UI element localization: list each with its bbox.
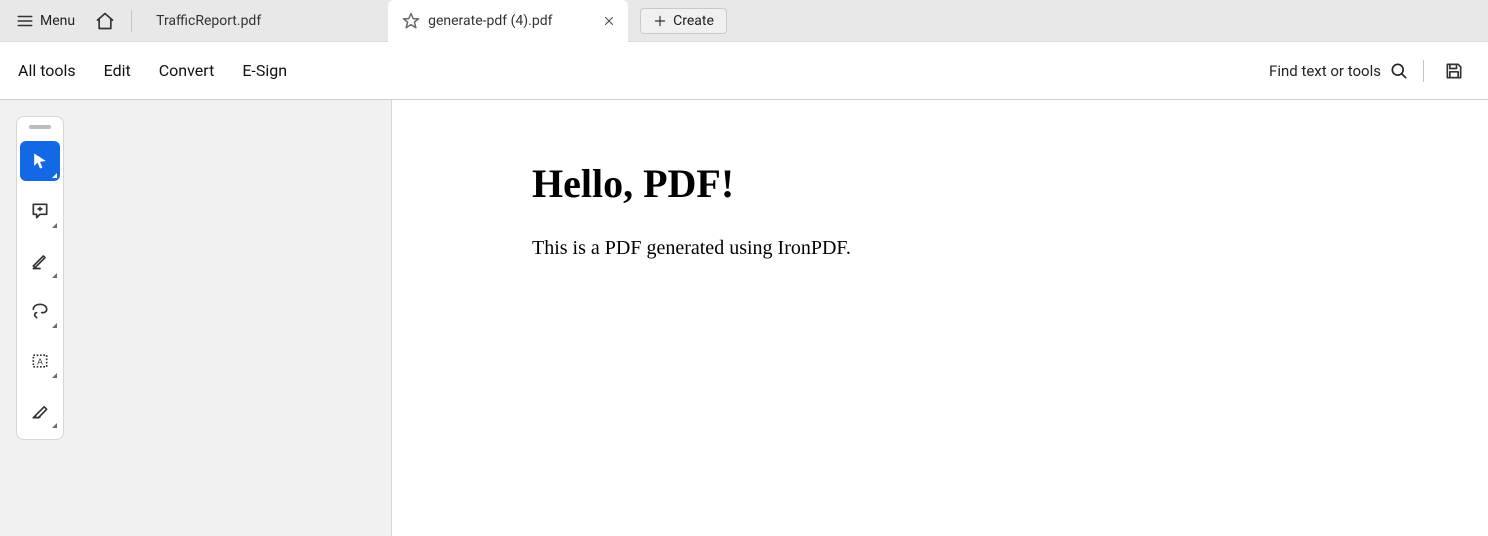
menu-label: Menu (40, 13, 75, 29)
home-button[interactable] (89, 5, 121, 37)
submenu-indicator (52, 373, 57, 378)
menu-button[interactable]: Menu (8, 6, 83, 36)
tool-textbox[interactable]: A (20, 341, 60, 381)
doc-paragraph: This is a PDF generated using IronPDF. (532, 237, 1488, 260)
left-sidebar: A (0, 100, 392, 536)
tab-label: generate-pdf (4).pdf (428, 13, 592, 29)
tab-close-button[interactable] (600, 12, 618, 30)
tab-label: TrafficReport.pdf (156, 13, 372, 29)
save-button[interactable] (1438, 55, 1470, 87)
doc-heading: Hello, PDF! (532, 160, 1488, 207)
submenu-indicator (52, 423, 57, 428)
create-label: Create (673, 13, 714, 29)
tab-trafficreport[interactable]: TrafficReport.pdf (142, 0, 382, 42)
toolbar: All tools Edit Convert E-Sign Find text … (0, 42, 1488, 100)
plus-icon (653, 14, 667, 28)
toolbar-right: Find text or tools (1269, 55, 1470, 87)
svg-text:A: A (37, 356, 43, 366)
textbox-icon: A (30, 351, 50, 371)
cursor-icon (30, 151, 50, 171)
toolbar-left: All tools Edit Convert E-Sign (18, 61, 287, 80)
submenu-indicator (52, 273, 57, 278)
highlighter-icon (30, 251, 50, 271)
search-icon (1389, 61, 1409, 81)
submenu-indicator (52, 173, 57, 178)
comment-icon (30, 201, 50, 221)
submenu-indicator (52, 223, 57, 228)
divider (1423, 60, 1424, 82)
star-icon (402, 12, 420, 30)
document-view: Hello, PDF! This is a PDF generated usin… (392, 100, 1488, 536)
tool-sign[interactable] (20, 391, 60, 431)
create-button[interactable]: Create (640, 8, 727, 34)
toolbar-edit[interactable]: Edit (104, 61, 131, 80)
tab-generate-pdf[interactable]: generate-pdf (4).pdf (388, 0, 628, 42)
divider (131, 10, 132, 32)
find-label: Find text or tools (1269, 62, 1381, 80)
tool-highlight[interactable] (20, 241, 60, 281)
submenu-indicator (52, 323, 57, 328)
tool-lasso[interactable] (20, 291, 60, 331)
toolbar-all-tools[interactable]: All tools (18, 61, 76, 80)
home-icon (95, 11, 115, 31)
main-area: A Hello, PDF! This is a PDF generated us… (0, 100, 1488, 536)
tool-strip: A (16, 116, 64, 440)
pen-icon (30, 401, 50, 421)
grip-handle[interactable] (29, 125, 51, 129)
find-tools[interactable]: Find text or tools (1269, 61, 1409, 81)
tool-comment[interactable] (20, 191, 60, 231)
tool-select[interactable] (20, 141, 60, 181)
toolbar-esign[interactable]: E-Sign (242, 61, 287, 80)
tab-bar: Menu TrafficReport.pdf generate-pdf (4).… (0, 0, 1488, 42)
toolbar-convert[interactable]: Convert (159, 61, 215, 80)
hamburger-icon (16, 12, 34, 30)
lasso-icon (30, 301, 50, 321)
save-icon (1444, 61, 1464, 81)
close-icon (603, 15, 615, 27)
